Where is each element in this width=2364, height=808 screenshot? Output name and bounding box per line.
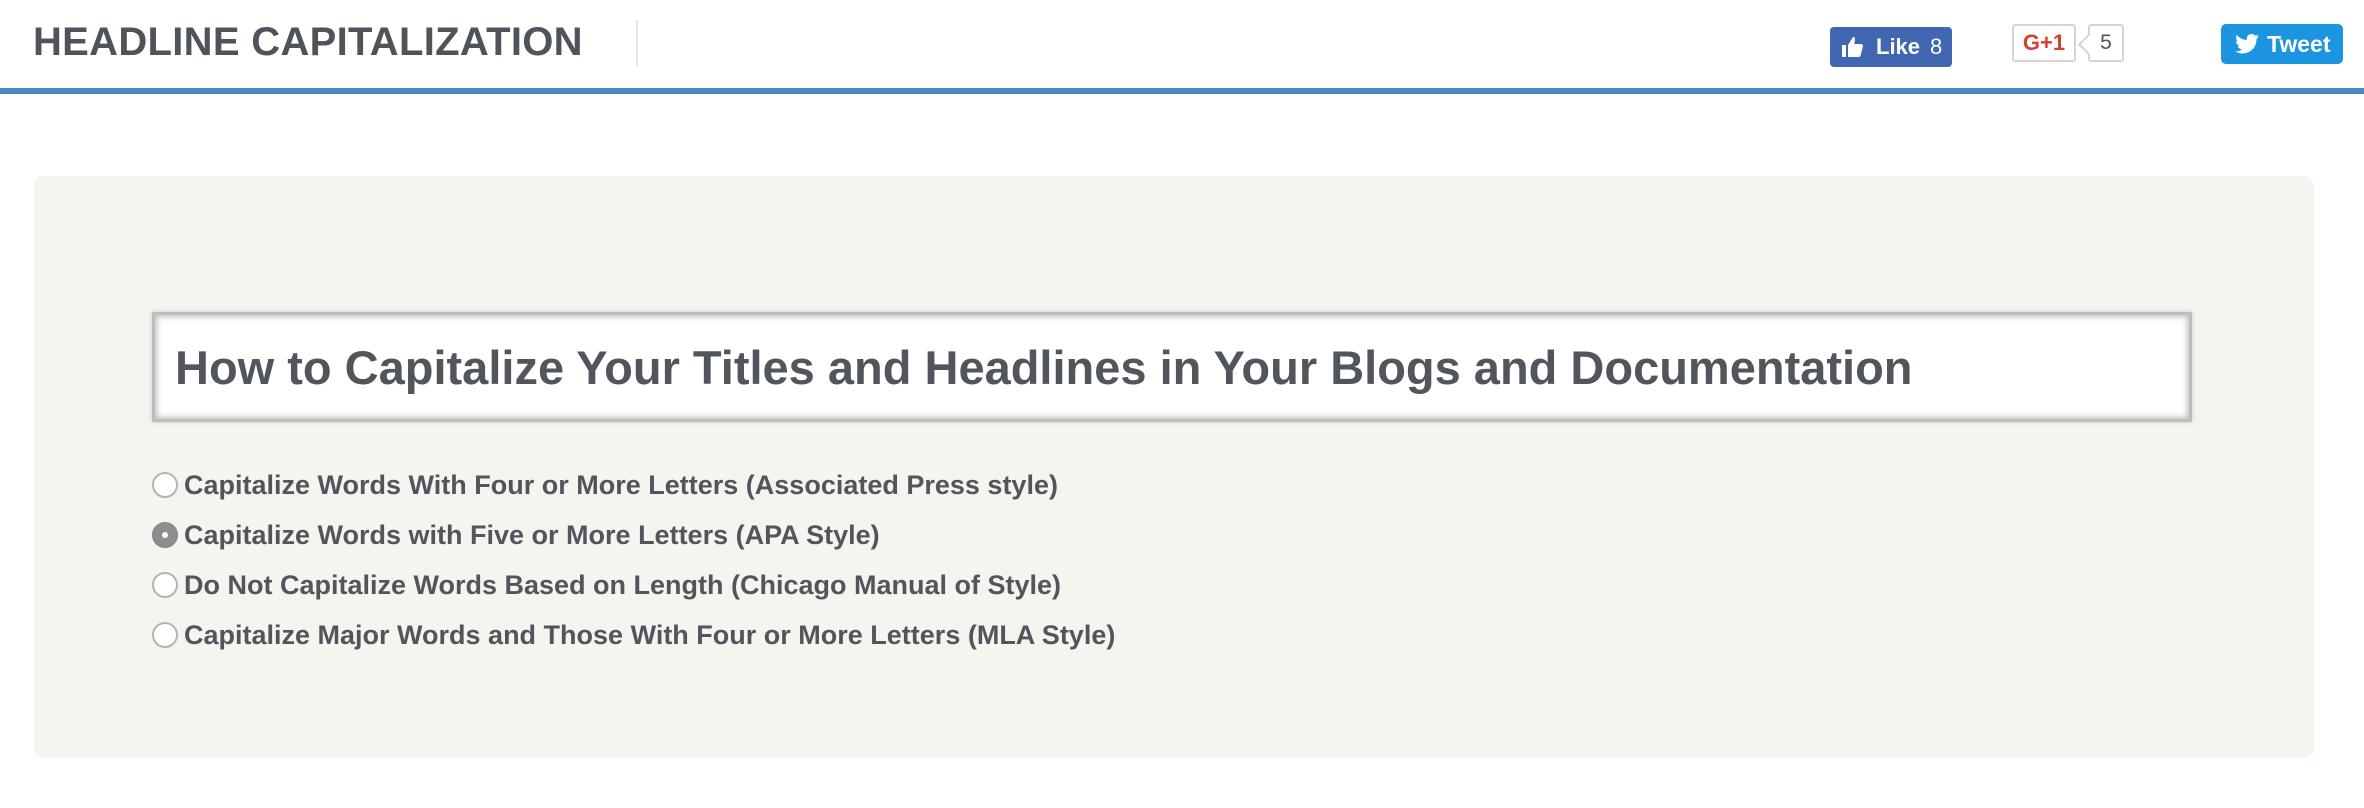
option-label: Do Not Capitalize Words Based on Length … <box>184 569 1062 600</box>
option-apa[interactable]: Capitalize Words with Five or More Lette… <box>152 510 1115 560</box>
option-label: Capitalize Major Words and Those With Fo… <box>184 619 1116 650</box>
site-header: HEADLINE CAPITALIZATION Like 8 G+1 5 Twe… <box>0 0 2364 94</box>
radio-apa[interactable] <box>152 522 178 548</box>
facebook-like-button[interactable]: Like 8 <box>1830 27 1952 67</box>
site-title[interactable]: HEADLINE CAPITALIZATION <box>33 18 583 66</box>
google-plus-one-button[interactable]: G+1 <box>2012 24 2076 62</box>
option-associated-press[interactable]: Capitalize Words With Four or More Lette… <box>152 460 1115 510</box>
option-chicago[interactable]: Do Not Capitalize Words Based on Length … <box>152 560 1115 610</box>
radio-associated-press[interactable] <box>152 472 178 498</box>
facebook-like-count: 8 <box>1930 34 1943 59</box>
option-mla[interactable]: Capitalize Major Words and Those With Fo… <box>152 610 1115 660</box>
capitalization-panel: Capitalize Words With Four or More Lette… <box>34 176 2314 758</box>
option-label: Capitalize Words with Five or More Lette… <box>184 519 880 550</box>
facebook-like-label: Like <box>1876 34 1921 59</box>
option-label: Capitalize Words With Four or More Lette… <box>184 469 1058 500</box>
tweet-label: Tweet <box>2267 30 2331 57</box>
radio-chicago[interactable] <box>152 572 178 598</box>
header-divider <box>636 20 638 66</box>
tweet-button[interactable]: Tweet <box>2221 24 2343 64</box>
headline-input[interactable] <box>152 312 2192 422</box>
thumbs-up-icon <box>1842 37 1863 57</box>
style-options: Capitalize Words With Four or More Lette… <box>152 460 1115 660</box>
twitter-bird-icon <box>2235 34 2259 54</box>
radio-mla[interactable] <box>152 622 178 648</box>
google-plus-count: 5 <box>2088 24 2124 62</box>
